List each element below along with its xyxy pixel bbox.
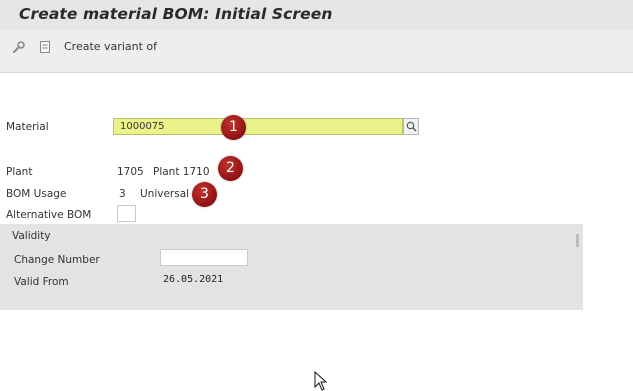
group-resize-handle[interactable]: [576, 234, 579, 247]
bom-usage-input[interactable]: 3: [119, 188, 126, 200]
valid-from-label: Valid From: [14, 276, 69, 288]
material-label: Material: [6, 121, 49, 133]
document-icon[interactable]: [38, 40, 52, 54]
title-bar: Create material BOM: Initial Screen: [0, 0, 633, 30]
annotation-badge-2: 2: [218, 156, 243, 181]
plant-description: Plant 1710: [153, 166, 210, 178]
material-input[interactable]: 1000075: [113, 118, 403, 135]
alternative-bom-input[interactable]: [117, 205, 136, 222]
mouse-cursor-icon: [314, 371, 328, 391]
alternative-bom-label: Alternative BOM: [6, 209, 92, 221]
search-help-icon: [406, 121, 417, 132]
application-toolbar: Create variant of: [0, 30, 633, 73]
change-number-input[interactable]: [160, 249, 248, 266]
bom-usage-description: Universal: [140, 188, 190, 200]
page-title: Create material BOM: Initial Screen: [19, 5, 333, 23]
annotation-badge-1: 1: [221, 115, 246, 140]
bom-usage-label: BOM Usage: [6, 188, 67, 200]
create-variant-button[interactable]: Create variant of: [64, 40, 157, 53]
plant-label: Plant: [6, 166, 33, 178]
annotation-badge-3: 3: [192, 182, 217, 207]
validity-group: Validity Change Number Valid From 26.05.…: [0, 224, 583, 310]
wrench-icon[interactable]: [12, 40, 26, 54]
change-number-label: Change Number: [14, 254, 100, 266]
search-help-button[interactable]: [403, 118, 419, 135]
validity-group-title: Validity: [12, 230, 51, 242]
valid-from-input[interactable]: 26.05.2021: [160, 271, 234, 288]
plant-input[interactable]: 1705: [117, 166, 144, 178]
